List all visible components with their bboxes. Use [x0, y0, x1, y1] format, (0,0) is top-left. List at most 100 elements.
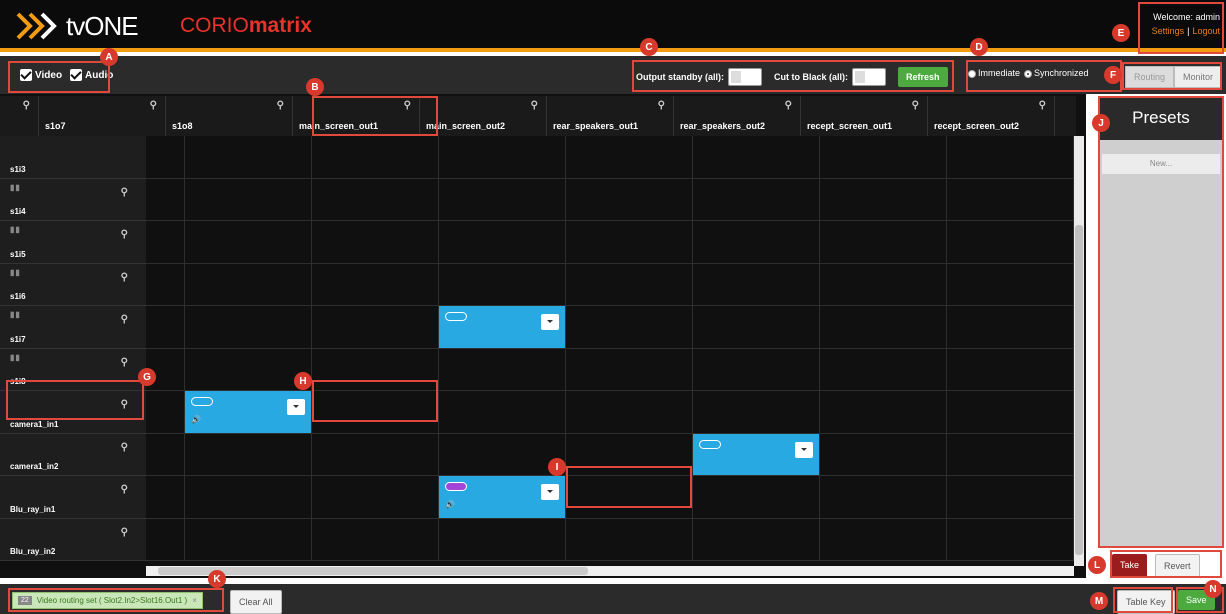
crosspoint-cell[interactable]	[439, 433, 566, 475]
crosspoint-cell[interactable]	[566, 348, 693, 390]
crosspoint-cell[interactable]	[566, 306, 693, 348]
key-icon[interactable]: ⚲	[121, 442, 128, 453]
route-dropdown-button[interactable]	[541, 314, 559, 330]
route-dropdown-button[interactable]	[541, 484, 559, 500]
crosspoint-cell[interactable]	[439, 136, 566, 178]
crosspoint-cell[interactable]	[820, 221, 947, 263]
crosspoint-cell[interactable]	[312, 136, 439, 178]
crosspoint-cell[interactable]	[185, 221, 312, 263]
crosspoint-cell[interactable]	[185, 306, 312, 348]
crosspoint-cell[interactable]	[185, 178, 312, 220]
crosspoint-cell[interactable]	[947, 433, 1074, 475]
crosspoint-cell[interactable]	[820, 178, 947, 220]
crosspoint-cell[interactable]	[820, 476, 947, 518]
active-route[interactable]: 🔊	[185, 391, 311, 433]
crosspoint-cell[interactable]	[439, 391, 566, 433]
crosspoint-cell[interactable]	[312, 221, 439, 263]
crosspoint-cell[interactable]	[312, 306, 439, 348]
crosspoint-cell[interactable]	[146, 178, 185, 220]
crosspoint-cell[interactable]	[693, 391, 820, 433]
crosspoint-cell[interactable]	[566, 221, 693, 263]
crosspoint-cell[interactable]	[185, 136, 312, 178]
crosspoint-cell[interactable]	[947, 518, 1074, 560]
crosspoint-cell[interactable]	[185, 476, 312, 518]
crosspoint-cell[interactable]	[693, 136, 820, 178]
crosspoint-cell[interactable]	[693, 476, 820, 518]
crosspoint-cell[interactable]	[820, 433, 947, 475]
crosspoint-cell[interactable]	[566, 518, 693, 560]
crosspoint-cell[interactable]	[947, 391, 1074, 433]
crosspoint-cell[interactable]	[947, 348, 1074, 390]
key-icon[interactable]: ⚲	[531, 100, 538, 111]
key-icon[interactable]: ⚲	[121, 187, 128, 198]
crosspoint-cell[interactable]	[312, 178, 439, 220]
route-dropdown-button[interactable]	[795, 441, 813, 458]
crosspoint-cell[interactable]	[693, 306, 820, 348]
crosspoint-cell[interactable]	[820, 136, 947, 178]
crosspoint-cell[interactable]	[185, 348, 312, 390]
crosspoint-cell[interactable]	[146, 263, 185, 305]
crosspoint-cell[interactable]	[693, 178, 820, 220]
key-icon[interactable]: ⚲	[150, 100, 157, 111]
crosspoint-cell[interactable]	[312, 433, 439, 475]
clear-all-button[interactable]: Clear All	[230, 590, 282, 614]
crosspoint-cell[interactable]	[439, 221, 566, 263]
crosspoint-cell[interactable]	[820, 518, 947, 560]
key-icon[interactable]: ⚲	[121, 484, 128, 495]
crosspoint-cell[interactable]	[947, 221, 1074, 263]
crosspoint-cell[interactable]	[185, 263, 312, 305]
crosspoint-cell[interactable]	[947, 136, 1074, 178]
crosspoint-cell[interactable]	[439, 306, 566, 348]
key-icon[interactable]: ⚲	[785, 100, 792, 111]
crosspoint-cell[interactable]	[566, 136, 693, 178]
crosspoint-cell[interactable]	[185, 433, 312, 475]
crosspoint-cell[interactable]	[693, 518, 820, 560]
crosspoint-cell[interactable]	[146, 306, 185, 348]
key-icon[interactable]: ⚲	[1039, 100, 1046, 111]
key-icon[interactable]: ⚲	[121, 527, 128, 538]
crosspoint-cell[interactable]	[566, 391, 693, 433]
crosspoint-cell[interactable]	[566, 178, 693, 220]
key-icon[interactable]: ⚲	[912, 100, 919, 111]
crosspoint-cell[interactable]	[820, 263, 947, 305]
crosspoint-cell[interactable]	[146, 433, 185, 475]
crosspoint-cell[interactable]	[146, 221, 185, 263]
crosspoint-cell[interactable]	[693, 263, 820, 305]
crosspoint-cell[interactable]	[146, 476, 185, 518]
route-dropdown-button[interactable]	[287, 399, 305, 415]
active-route[interactable]: 🔊	[439, 476, 565, 518]
vertical-scroll-thumb[interactable]	[1075, 225, 1083, 555]
key-icon[interactable]: ⚲	[121, 229, 128, 240]
crosspoint-cell[interactable]	[566, 263, 693, 305]
crosspoint-cell[interactable]	[439, 348, 566, 390]
crosspoint-cell[interactable]	[947, 476, 1074, 518]
key-icon[interactable]: ⚲	[121, 357, 128, 368]
crosspoint-cell[interactable]	[947, 178, 1074, 220]
crosspoint-cell[interactable]	[312, 518, 439, 560]
crosspoint-cell[interactable]	[947, 263, 1074, 305]
key-icon[interactable]: ⚲	[277, 100, 284, 111]
crosspoint-cell[interactable]	[947, 306, 1074, 348]
active-route[interactable]	[693, 433, 819, 475]
crosspoint-cell[interactable]	[820, 391, 947, 433]
crosspoint-cell[interactable]	[693, 348, 820, 390]
key-icon[interactable]: ⚲	[23, 100, 30, 111]
crosspoint-cell[interactable]: 🔊	[185, 391, 312, 433]
crosspoint-cell[interactable]	[820, 306, 947, 348]
crosspoint-cell[interactable]	[146, 391, 185, 433]
key-icon[interactable]: ⚲	[121, 314, 128, 325]
crosspoint-cell[interactable]	[439, 518, 566, 560]
crosspoint-cell[interactable]	[439, 178, 566, 220]
crosspoint-cell[interactable]	[693, 221, 820, 263]
active-route[interactable]	[439, 306, 565, 348]
key-icon[interactable]: ⚲	[121, 272, 128, 283]
crosspoint-cell[interactable]	[312, 476, 439, 518]
crosspoint-cell[interactable]	[820, 348, 947, 390]
key-icon[interactable]: ⚲	[658, 100, 665, 111]
crosspoint-cell[interactable]	[312, 263, 439, 305]
crosspoint-cell[interactable]	[693, 433, 820, 475]
crosspoint-cell[interactable]	[146, 518, 185, 560]
crosspoint-cell[interactable]	[185, 518, 312, 560]
crosspoint-cell[interactable]: 🔊	[439, 476, 566, 518]
crosspoint-cell[interactable]	[146, 136, 185, 178]
